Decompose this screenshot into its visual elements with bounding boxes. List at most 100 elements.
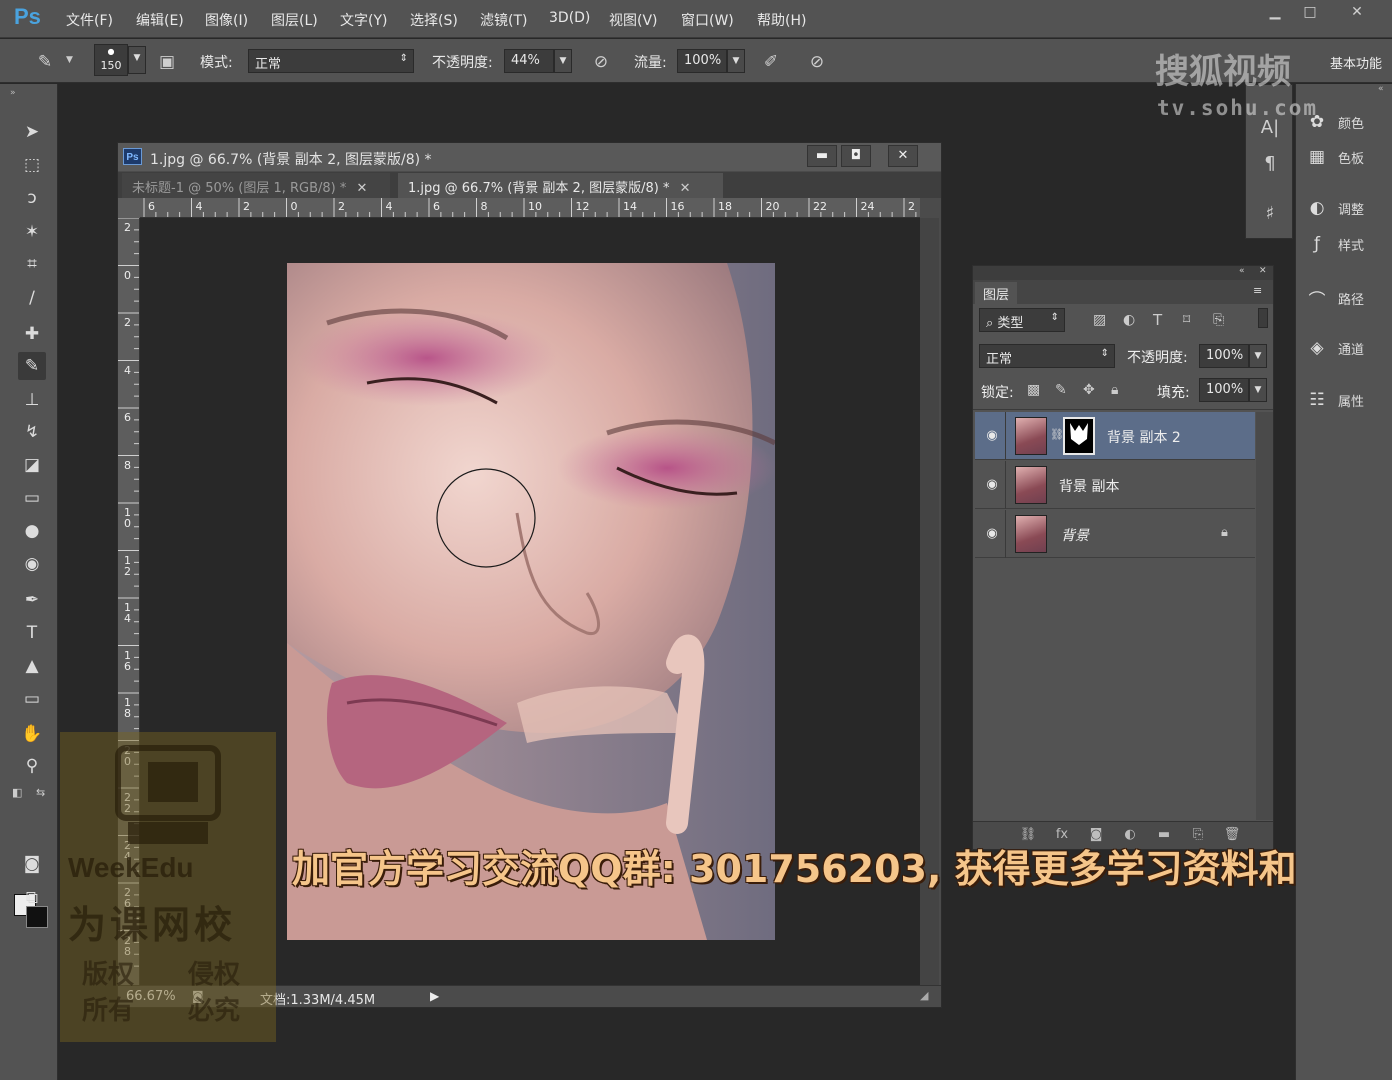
default-colors-icon[interactable]: ◧	[12, 786, 22, 799]
preset-arrow-icon[interactable]: ▼	[66, 55, 73, 65]
tab-close-icon[interactable]: ✕	[357, 181, 368, 196]
healing-brush-tool-icon[interactable]: ✚	[18, 320, 46, 348]
layer-mask-thumbnail[interactable]	[1063, 417, 1095, 455]
pen-tool-icon[interactable]: ✒	[18, 586, 46, 614]
panel-styles[interactable]: ƒ 样式	[1304, 234, 1388, 268]
menu-type[interactable]: 文字(Y)	[340, 10, 387, 30]
filter-toggle-switch[interactable]	[1258, 308, 1268, 328]
filter-kind-dropdown[interactable]: ⌕ 类型 ⇕	[979, 308, 1065, 332]
brush-tool-icon[interactable]: ✎	[18, 352, 46, 380]
layer-thumbnail[interactable]	[1015, 466, 1047, 504]
menu-edit[interactable]: 编辑(E)	[136, 10, 184, 30]
lock-transparent-icon[interactable]: ▩	[1027, 382, 1040, 398]
swap-colors-icon[interactable]: ⇆	[36, 786, 45, 799]
filter-type-icon[interactable]: T	[1153, 311, 1162, 329]
filter-pixel-icon[interactable]: ▨	[1093, 312, 1106, 328]
filter-shape-icon[interactable]: ⌑	[1183, 312, 1190, 328]
fill-input[interactable]: 100%	[1199, 378, 1249, 402]
fill-arrow-icon[interactable]: ▼	[1249, 378, 1267, 402]
menu-filter[interactable]: 滤镜(T)	[480, 10, 527, 30]
menu-image[interactable]: 图像(I)	[205, 10, 248, 30]
layer-row-bg-copy-2[interactable]: ◉ ⛓ 背景 副本 2	[975, 412, 1255, 460]
tab-close-icon[interactable]: ✕	[680, 181, 691, 196]
doc-maximize-icon[interactable]: ◘	[841, 145, 871, 167]
maximize-icon[interactable]: □	[1297, 4, 1323, 22]
lasso-tool-icon[interactable]: ↄ	[18, 184, 46, 212]
menu-layer[interactable]: 图层(L)	[271, 10, 318, 30]
pressure-opacity-icon[interactable]: ⊘	[590, 51, 612, 73]
tab-untitled-1[interactable]: 未标题-1 @ 50% (图层 1, RGB/8) * ✕	[122, 173, 390, 198]
layer-thumbnail[interactable]	[1015, 515, 1047, 553]
panel-menu-icon[interactable]: ≡	[1253, 284, 1262, 297]
layer-row-background[interactable]: ◉ 背景 🔒︎	[975, 510, 1255, 558]
lock-all-icon[interactable]: 🔒︎	[1111, 382, 1118, 398]
layers-scrollbar[interactable]	[1256, 412, 1273, 820]
hand-tool-icon[interactable]: ✋	[18, 720, 46, 748]
layer-opacity-input[interactable]: 100%	[1199, 344, 1249, 368]
brush-size-arrow[interactable]: ▼	[128, 46, 146, 74]
lock-image-icon[interactable]: ✎	[1055, 382, 1067, 398]
opacity-arrow-icon[interactable]: ▼	[554, 49, 572, 73]
panel-channels[interactable]: ◈ 通道	[1304, 338, 1388, 372]
magic-wand-tool-icon[interactable]: ✶	[18, 218, 46, 246]
mode-dropdown[interactable]: 正常 ⇕	[248, 49, 414, 73]
layer-lock-icon[interactable]: 🔒︎	[1221, 525, 1228, 540]
collapse-panel-icon[interactable]: «	[1239, 266, 1245, 276]
collapse-arrows-icon[interactable]: »	[10, 88, 16, 98]
menu-help[interactable]: 帮助(H)	[757, 10, 806, 30]
glyphs-panel-icon[interactable]: ♯	[1258, 203, 1282, 227]
path-selection-tool-icon[interactable]: ▲	[18, 652, 46, 680]
doc-minimize-icon[interactable]: ▬	[807, 145, 837, 167]
menu-3d[interactable]: 3D(D)	[549, 10, 590, 26]
tab-1-jpg[interactable]: 1.jpg @ 66.7% (背景 副本 2, 图层蒙版/8) * ✕	[398, 173, 723, 198]
gradient-tool-icon[interactable]: ▭	[18, 484, 46, 512]
visibility-eye-icon[interactable]: ◉	[983, 526, 1001, 541]
history-brush-tool-icon[interactable]: ↯	[18, 418, 46, 446]
brush-size-picker[interactable]: ● 150	[94, 44, 128, 76]
eraser-tool-icon[interactable]: ◪	[18, 451, 46, 479]
horizontal-ruler[interactable]: 6 4 2 0 2 4 6 8 10 12 14 16 18 20 22 24 2	[140, 198, 920, 218]
brush-panel-icon[interactable]: ▣	[156, 51, 178, 73]
character-panel-icon[interactable]: A|	[1258, 117, 1282, 141]
panel-paths[interactable]: ⌒ 路径	[1304, 286, 1388, 320]
marquee-tool-icon[interactable]: ⬚	[18, 151, 46, 179]
quick-mask-icon[interactable]: ◙	[18, 850, 46, 878]
layer-row-bg-copy[interactable]: ◉ 背景 副本	[975, 461, 1255, 509]
airbrush-icon[interactable]: ✐	[760, 51, 782, 73]
layers-panel-topbar[interactable]: « ✕	[973, 266, 1273, 280]
shape-tool-icon[interactable]: ▭	[18, 685, 46, 713]
visibility-eye-icon[interactable]: ◉	[983, 477, 1001, 492]
crop-tool-icon[interactable]: ⌗	[18, 250, 46, 278]
menu-window[interactable]: 窗口(W)	[681, 10, 734, 30]
menu-view[interactable]: 视图(V)	[609, 10, 658, 30]
brush-tool-preset-icon[interactable]: ✎	[34, 51, 56, 73]
menu-file[interactable]: 文件(F)	[66, 10, 113, 30]
eyedropper-tool-icon[interactable]: ∕	[18, 284, 46, 312]
close-panel-icon[interactable]: ✕	[1259, 266, 1267, 276]
panel-adjustments[interactable]: ◐ 调整	[1304, 198, 1388, 232]
filter-smart-object-icon[interactable]: ⎘	[1213, 312, 1224, 328]
layer-thumbnail[interactable]	[1015, 417, 1047, 455]
flow-arrow-icon[interactable]: ▼	[727, 49, 745, 73]
ruler-origin[interactable]	[118, 198, 140, 218]
move-tool-icon[interactable]: ➤	[18, 118, 46, 146]
visibility-eye-icon[interactable]: ◉	[983, 428, 1001, 443]
tab-layers[interactable]: 图层	[975, 282, 1018, 304]
blur-tool-icon[interactable]: ●	[18, 517, 46, 545]
filter-adjustment-icon[interactable]: ◐	[1123, 312, 1135, 328]
doc-close-icon[interactable]: ✕	[888, 145, 918, 167]
panel-swatches[interactable]: ▦ 色板	[1304, 147, 1388, 181]
expand-panels-icon[interactable]: «	[1378, 84, 1384, 94]
paragraph-panel-icon[interactable]: ¶	[1258, 153, 1282, 177]
minimize-icon[interactable]: ▁	[1262, 4, 1288, 22]
dodge-tool-icon[interactable]: ◉	[18, 550, 46, 578]
clone-stamp-tool-icon[interactable]: ⊥	[18, 386, 46, 414]
panel-properties[interactable]: ☷ 属性	[1304, 390, 1388, 424]
mask-link-icon[interactable]: ⛓	[1050, 428, 1064, 441]
document-titlebar[interactable]: Ps 1.jpg @ 66.7% (背景 副本 2, 图层蒙版/8) * ▬ ◘…	[118, 143, 941, 171]
resize-grip-icon[interactable]: ◢	[920, 989, 928, 1002]
flow-input[interactable]: 100%	[677, 49, 727, 73]
type-tool-icon[interactable]: T	[18, 619, 46, 647]
close-icon[interactable]: ✕	[1344, 4, 1370, 22]
pressure-size-icon[interactable]: ⊘	[806, 51, 828, 73]
